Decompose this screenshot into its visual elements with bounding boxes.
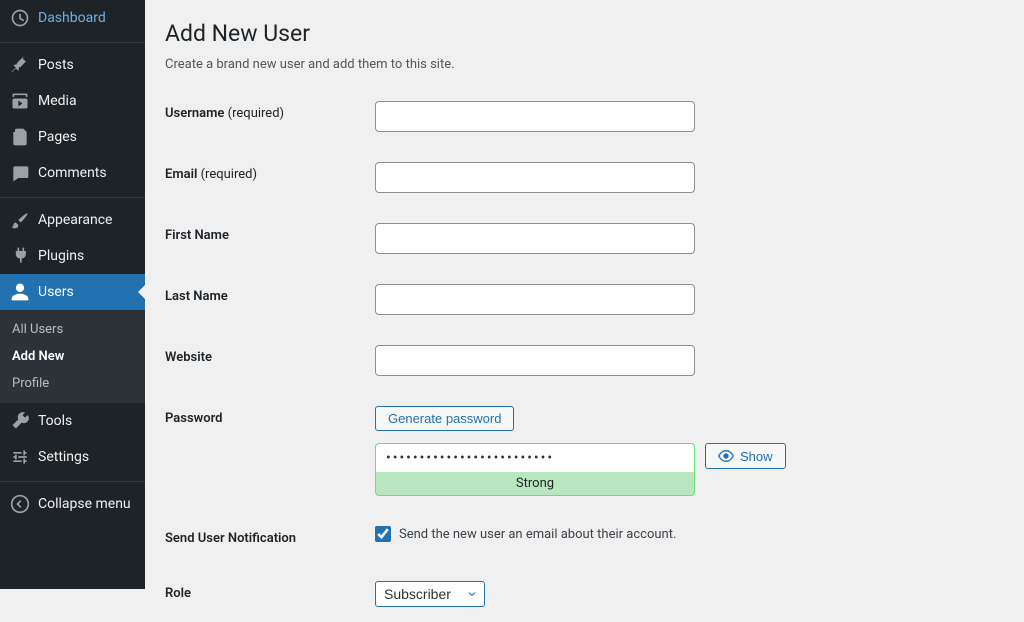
role-label: Role bbox=[165, 566, 365, 622]
sidebar-label: Pages bbox=[38, 129, 77, 145]
password-input[interactable]: ••••••••••••••••••••••••• bbox=[375, 443, 695, 472]
sidebar-label: Settings bbox=[38, 449, 89, 465]
submenu-add-new[interactable]: Add New bbox=[0, 343, 145, 370]
website-label: Website bbox=[165, 330, 365, 391]
first-name-label: First Name bbox=[165, 208, 365, 269]
admin-sidebar: Dashboard Posts Media Pages Comments App… bbox=[0, 0, 145, 589]
sidebar-label: Posts bbox=[38, 57, 74, 73]
sidebar-item-users[interactable]: Users bbox=[0, 274, 145, 310]
page-title: Add New User bbox=[165, 20, 1004, 47]
show-password-button[interactable]: Show bbox=[705, 443, 786, 469]
user-icon bbox=[10, 282, 30, 302]
menu-separator bbox=[0, 477, 145, 482]
main-content: Add New User Create a brand new user and… bbox=[145, 0, 1024, 589]
sidebar-item-comments[interactable]: Comments bbox=[0, 155, 145, 191]
sidebar-item-plugins[interactable]: Plugins bbox=[0, 238, 145, 274]
pin-icon bbox=[10, 55, 30, 75]
sidebar-label: Plugins bbox=[38, 248, 84, 264]
submenu-profile[interactable]: Profile bbox=[0, 370, 145, 397]
generate-password-button[interactable]: Generate password bbox=[375, 406, 514, 431]
password-label: Password bbox=[165, 391, 365, 511]
send-notification-checkbox[interactable] bbox=[375, 526, 391, 542]
last-name-input[interactable] bbox=[375, 284, 695, 315]
sidebar-item-settings[interactable]: Settings bbox=[0, 439, 145, 475]
sidebar-item-dashboard[interactable]: Dashboard bbox=[0, 0, 145, 36]
email-label: Email (required) bbox=[165, 147, 365, 208]
sliders-icon bbox=[10, 447, 30, 467]
wrench-icon bbox=[10, 411, 30, 431]
pages-icon bbox=[10, 127, 30, 147]
notification-label: Send User Notification bbox=[165, 511, 365, 566]
sidebar-item-tools[interactable]: Tools bbox=[0, 403, 145, 439]
sidebar-item-appearance[interactable]: Appearance bbox=[0, 202, 145, 238]
comment-icon bbox=[10, 163, 30, 183]
sidebar-item-media[interactable]: Media bbox=[0, 83, 145, 119]
website-input[interactable] bbox=[375, 345, 695, 376]
role-select[interactable]: Subscriber bbox=[375, 581, 485, 607]
username-label: Username (required) bbox=[165, 86, 365, 147]
page-description: Create a brand new user and add them to … bbox=[165, 57, 1004, 72]
users-submenu: All Users Add New Profile bbox=[0, 310, 145, 403]
sidebar-item-collapse[interactable]: Collapse menu bbox=[0, 486, 145, 522]
email-input[interactable] bbox=[375, 162, 695, 193]
eye-icon bbox=[718, 448, 734, 464]
password-strength-indicator: Strong bbox=[375, 472, 695, 496]
brush-icon bbox=[10, 210, 30, 230]
plug-icon bbox=[10, 246, 30, 266]
submenu-all-users[interactable]: All Users bbox=[0, 316, 145, 343]
media-icon bbox=[10, 91, 30, 111]
notification-text: Send the new user an email about their a… bbox=[399, 527, 676, 542]
username-input[interactable] bbox=[375, 101, 695, 132]
sidebar-label: Appearance bbox=[38, 212, 112, 228]
menu-separator bbox=[0, 38, 145, 43]
user-form: Username (required) Email (required) Fir… bbox=[165, 86, 1004, 622]
sidebar-item-pages[interactable]: Pages bbox=[0, 119, 145, 155]
menu-separator bbox=[0, 193, 145, 198]
dashboard-icon bbox=[10, 8, 30, 28]
sidebar-label: Comments bbox=[38, 165, 107, 181]
sidebar-label: Tools bbox=[38, 413, 72, 429]
sidebar-label: Users bbox=[38, 284, 74, 300]
first-name-input[interactable] bbox=[375, 223, 695, 254]
sidebar-label: Media bbox=[38, 93, 77, 109]
collapse-icon bbox=[10, 494, 30, 514]
sidebar-item-posts[interactable]: Posts bbox=[0, 47, 145, 83]
sidebar-label: Collapse menu bbox=[38, 496, 131, 512]
last-name-label: Last Name bbox=[165, 269, 365, 330]
sidebar-label: Dashboard bbox=[38, 10, 106, 26]
